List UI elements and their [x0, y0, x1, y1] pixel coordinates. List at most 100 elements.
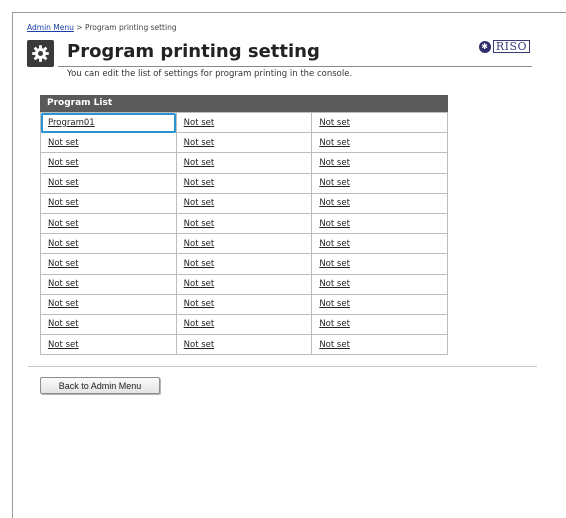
program-cell: Program01: [40, 111, 177, 134]
program-link[interactable]: Not set: [184, 138, 215, 148]
program-link[interactable]: Not set: [319, 138, 350, 148]
program-cell: Not set: [175, 152, 313, 174]
footer-divider: [28, 366, 537, 367]
program-cell: Not set: [40, 212, 177, 235]
program-cell: Not set: [40, 192, 177, 214]
program-cell: Not set: [40, 273, 177, 295]
program-link[interactable]: Not set: [319, 340, 350, 350]
program-link[interactable]: Not set: [319, 299, 350, 309]
gear-icon: [27, 40, 54, 67]
program-link[interactable]: Not set: [184, 158, 215, 168]
program-cell: Not set: [40, 313, 177, 336]
program-link[interactable]: Not set: [184, 198, 215, 208]
page-title: Program printing setting: [67, 41, 320, 62]
program-link[interactable]: Not set: [48, 239, 79, 249]
program-link[interactable]: Not set: [184, 178, 215, 188]
program-list: Program List Program01 Not set Not set Not …: [40, 95, 448, 356]
program-link[interactable]: Not set: [184, 279, 215, 289]
program-link[interactable]: Not set: [184, 299, 215, 309]
riso-logo-text: RISO: [492, 40, 530, 53]
program-cell: Not set: [311, 172, 448, 194]
program-cell: Not set: [311, 132, 448, 154]
program-cell: Not set: [175, 212, 313, 235]
program-link[interactable]: Not set: [319, 158, 350, 168]
program-cell: Not set: [311, 192, 448, 214]
program-list-table: Program01 Not set Not set Not set Not set Not…: [40, 111, 448, 356]
program-cell: Not set: [311, 233, 448, 255]
title-divider: [58, 66, 532, 67]
program-link[interactable]: Not set: [48, 259, 79, 269]
table-row: Not set Not set Not set: [40, 273, 448, 295]
program-link[interactable]: Not set: [319, 319, 350, 329]
program-cell: Not set: [175, 293, 313, 315]
table-row: Not set Not set Not set: [40, 172, 448, 194]
program-cell: Not set: [175, 111, 313, 134]
program-link[interactable]: Not set: [48, 178, 79, 188]
program-link[interactable]: Not set: [184, 340, 215, 350]
program-cell: Not set: [311, 111, 448, 134]
program-cell: Not set: [175, 132, 313, 154]
program-cell: Not set: [40, 253, 177, 275]
program-link[interactable]: Not set: [319, 279, 350, 289]
program-link[interactable]: Not set: [319, 259, 350, 269]
program-link[interactable]: Not set: [184, 118, 215, 128]
program-link[interactable]: Not set: [184, 239, 215, 249]
program-cell: Not set: [175, 172, 313, 194]
program-link[interactable]: Not set: [319, 219, 350, 229]
program-cell: Not set: [40, 132, 177, 154]
table-row: Not set Not set Not set: [40, 293, 448, 315]
breadcrumb: Admin Menu > Program printing setting: [27, 23, 177, 32]
program-link[interactable]: Not set: [48, 299, 79, 309]
table-row: Not set Not set Not set: [40, 152, 448, 174]
program-cell: Not set: [175, 233, 313, 255]
table-row: Not set Not set Not set: [40, 313, 448, 336]
program-cell: Not set: [311, 212, 448, 235]
program-link[interactable]: Not set: [184, 319, 215, 329]
program-cell: Not set: [175, 334, 313, 356]
program-cell: Not set: [40, 233, 177, 255]
program-link[interactable]: Not set: [48, 319, 79, 329]
program-link[interactable]: Not set: [319, 239, 350, 249]
program-cell: Not set: [40, 293, 177, 315]
program-link[interactable]: Not set: [48, 279, 79, 289]
program-cell: Not set: [311, 293, 448, 315]
table-row: Not set Not set Not set: [40, 253, 448, 275]
program-list-header: Program List: [40, 95, 448, 112]
program-link[interactable]: Not set: [184, 259, 215, 269]
program-link[interactable]: Not set: [184, 219, 215, 229]
program-link[interactable]: Not set: [48, 198, 79, 208]
program-cell: Not set: [311, 313, 448, 336]
program-link[interactable]: Not set: [48, 158, 79, 168]
program-cell: Not set: [311, 253, 448, 275]
program-cell: Not set: [40, 152, 177, 174]
program-cell: Not set: [40, 334, 177, 356]
program-link[interactable]: Program01: [48, 118, 95, 128]
program-link[interactable]: Not set: [48, 219, 79, 229]
back-to-admin-menu-button[interactable]: Back to Admin Menu: [40, 377, 160, 394]
program-cell: Not set: [311, 334, 448, 356]
program-cell: Not set: [175, 313, 313, 336]
program-cell: Not set: [175, 253, 313, 275]
breadcrumb-separator: >: [73, 23, 85, 32]
breadcrumb-current: Program printing setting: [84, 23, 177, 32]
program-cell: Not set: [311, 273, 448, 295]
program-link[interactable]: Not set: [319, 198, 350, 208]
table-row: Not set Not set Not set: [40, 334, 448, 356]
program-cell: Not set: [40, 172, 177, 194]
program-cell: Not set: [175, 273, 313, 295]
table-row: Not set Not set Not set: [40, 233, 448, 255]
table-row: Program01 Not set Not set: [40, 111, 448, 134]
program-link[interactable]: Not set: [319, 118, 350, 128]
page-description: You can edit the list of settings for pr…: [67, 69, 353, 79]
program-link[interactable]: Not set: [48, 340, 79, 350]
table-row: Not set Not set Not set: [40, 132, 448, 154]
table-row: Not set Not set Not set: [40, 212, 448, 235]
riso-logo: ✱ RISO: [478, 40, 530, 53]
program-link[interactable]: Not set: [319, 178, 350, 188]
riso-logo-mark-icon: ✱: [478, 40, 491, 53]
table-row: Not set Not set Not set: [40, 192, 448, 214]
program-cell: Not set: [311, 152, 448, 174]
breadcrumb-admin-menu-link[interactable]: Admin Menu: [27, 23, 74, 32]
program-cell: Not set: [175, 192, 313, 214]
program-link[interactable]: Not set: [48, 138, 79, 148]
